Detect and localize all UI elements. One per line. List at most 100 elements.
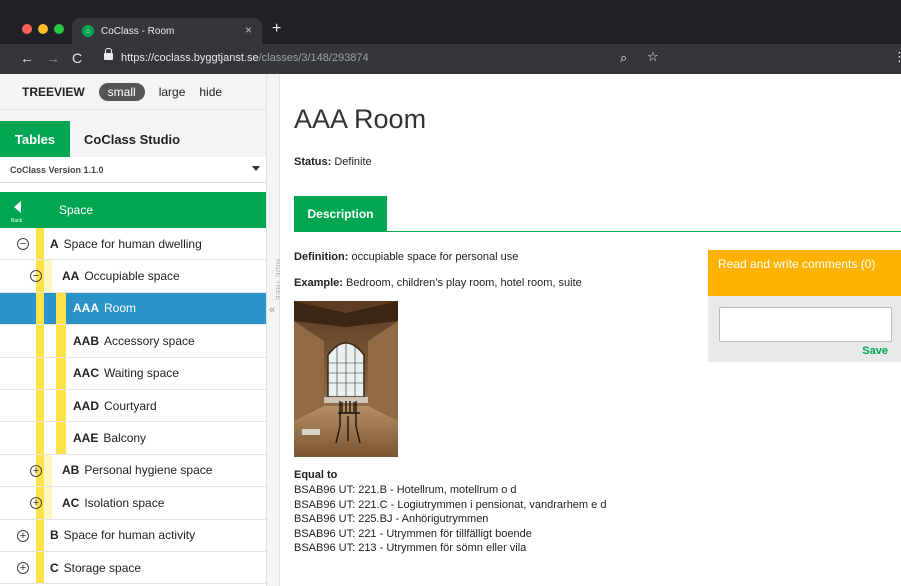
hide-tree-handle[interactable]: HIDE TREE « [266, 74, 281, 586]
browser-menu-icon[interactable]: ⋮ [893, 49, 901, 65]
room-image [294, 301, 398, 457]
back-arrow-icon[interactable]: ← [20, 50, 34, 66]
tree-node-ac[interactable]: + AC Isolation space [0, 487, 266, 520]
version-label: CoClass Version 1.1.0 [10, 164, 104, 175]
class-tree: − A Space for human dwelling − AA Occupiab… [0, 228, 266, 585]
minimize-window-button[interactable] [38, 24, 48, 34]
tree-level-bar [56, 422, 66, 454]
tree-level-bar [36, 357, 44, 389]
tree-node-b[interactable]: + B Space for human activity [0, 519, 266, 552]
coclass-favicon-icon: ⌂ [82, 25, 94, 37]
collapse-icon[interactable]: − [17, 238, 29, 250]
tree-node-label: C Storage space [50, 560, 142, 575]
space-title: Space [59, 203, 94, 217]
treeview-size-bar: TREEVIEW small large hide [0, 74, 266, 110]
tree-node-ab[interactable]: + AB Personal hygiene space [0, 454, 266, 488]
url-field[interactable]: https://coclass.byggtjanst.se/classes/3/… [121, 52, 369, 64]
status-value: Definite [334, 156, 372, 168]
url-host: https://coclass.byggtjanst.se [121, 52, 259, 64]
tree-level-bar [36, 325, 44, 357]
browser-tab-bar: ⌂ CoClass - Room × + [0, 0, 901, 44]
tab-tables[interactable]: Tables [0, 121, 70, 157]
definition-value: occupiable space for personal use [351, 251, 519, 263]
tree-node-aa[interactable]: − AA Occupiable space [0, 260, 266, 293]
tree-node-aae[interactable]: AAE Balcony [0, 422, 266, 455]
tree-node-label: AAD Courtyard [73, 398, 157, 413]
expand-icon[interactable]: + [17, 529, 29, 542]
tree-node-label: AAC Waiting space [73, 366, 179, 381]
sidebar: TREEVIEW small large hide Tables CoClass… [0, 74, 266, 586]
tree-level-bar [36, 422, 44, 454]
status-label: Status: [294, 156, 332, 168]
address-bar: ← → C https://coclass.byggtjanst.se/clas… [0, 44, 901, 74]
expand-icon[interactable]: + [17, 561, 29, 574]
hide-tree-label: HIDE TREE [274, 259, 281, 301]
example-label: Example: [294, 277, 343, 289]
equal-to-item: BSAB96 UT: 221 - Utrymmen för tillfällig… [294, 527, 532, 540]
tree-level-bar [44, 260, 52, 292]
browser-tab[interactable]: ⌂ CoClass - Room × [72, 18, 262, 44]
tree-node-aad[interactable]: AAD Courtyard [0, 389, 266, 423]
caret-down-icon [252, 166, 260, 171]
tree-level-bar [36, 551, 44, 584]
treeview-title: TREEVIEW [22, 84, 85, 99]
close-tab-icon[interactable]: × [245, 23, 252, 37]
tree-level-bar [36, 228, 44, 260]
treeview-small-button[interactable]: small [98, 82, 145, 101]
tree-node-c[interactable]: + C Storage space [0, 551, 266, 585]
expand-icon[interactable]: + [30, 464, 42, 477]
tree-level-bar [44, 454, 52, 487]
tree-level-bar [36, 292, 44, 325]
lock-icon [104, 48, 113, 60]
back-label: Back [11, 218, 23, 224]
version-select[interactable]: CoClass Version 1.1.0 [0, 157, 266, 183]
tree-level-bar [56, 325, 66, 357]
status-line: Status: Definite [294, 156, 372, 168]
tree-node-label: AAA Room [73, 301, 137, 316]
tree-level-bar [44, 487, 52, 519]
tree-node-label: AAE Balcony [73, 431, 147, 446]
tree-level-bar [56, 292, 66, 325]
tree-node-label: AA Occupiable space [62, 269, 180, 284]
bookmark-star-icon[interactable]: ☆ [647, 49, 659, 65]
tab-divider [294, 231, 901, 232]
tree-node-label: AB Personal hygiene space [62, 463, 213, 478]
maximize-window-button[interactable] [54, 24, 64, 34]
comments-header[interactable]: Read and write comments (0) [708, 250, 901, 296]
equal-to-list: BSAB96 UT: 221.B - Hotellrum, motellrum … [294, 483, 606, 556]
tab-description[interactable]: Description [294, 196, 387, 232]
comment-textarea[interactable] [719, 307, 892, 342]
equal-to-item: BSAB96 UT: 221.C - Logiutrymmen i pensio… [294, 498, 607, 511]
definition-line: Definition: occupiable space for persona… [294, 251, 518, 263]
sidebar-tabs: Tables CoClass Studio [0, 110, 266, 157]
tree-node-aaa[interactable]: AAA Room [0, 292, 266, 326]
new-tab-button[interactable]: + [272, 20, 281, 38]
tree-node-label: AC Isolation space [62, 495, 165, 510]
tree-node-label: AAB Accessory space [73, 333, 195, 348]
zoom-icon[interactable]: ⌕ [620, 50, 627, 66]
close-window-button[interactable] [22, 24, 32, 34]
definition-label: Definition: [294, 251, 349, 263]
tree-level-bar [56, 357, 66, 389]
forward-arrow-icon[interactable]: → [46, 50, 60, 66]
treeview-hide-button[interactable]: hide [199, 85, 222, 99]
tree-level-bar [36, 389, 44, 422]
tree-node-aac[interactable]: AAC Waiting space [0, 357, 266, 390]
tree-node-aab[interactable]: AAB Accessory space [0, 325, 266, 358]
equal-to-item: BSAB96 UT: 225.BJ - Anhörigutrymmen [294, 513, 489, 525]
tree-level-bar [56, 389, 66, 422]
reload-icon[interactable]: C [72, 50, 82, 66]
space-header: Back Space [0, 192, 266, 228]
tab-coclass-studio[interactable]: CoClass Studio [70, 121, 180, 157]
main-content: AAA Room Status: Definite Description De… [280, 74, 901, 586]
double-chevron-left-icon[interactable]: « [269, 304, 275, 316]
tree-node-label: A Space for human dwelling [50, 236, 202, 251]
tree-node-a[interactable]: − A Space for human dwelling [0, 228, 266, 261]
treeview-large-button[interactable]: large [159, 85, 186, 99]
tab-title: CoClass - Room [101, 25, 175, 37]
page-title: AAA Room [294, 104, 427, 134]
comments-panel: Read and write comments (0) Save [708, 250, 901, 362]
back-button[interactable]: Back [0, 192, 38, 228]
example-line: Example: Bedroom, children’s play room, … [294, 277, 582, 289]
save-comment-button[interactable]: Save [862, 345, 888, 357]
